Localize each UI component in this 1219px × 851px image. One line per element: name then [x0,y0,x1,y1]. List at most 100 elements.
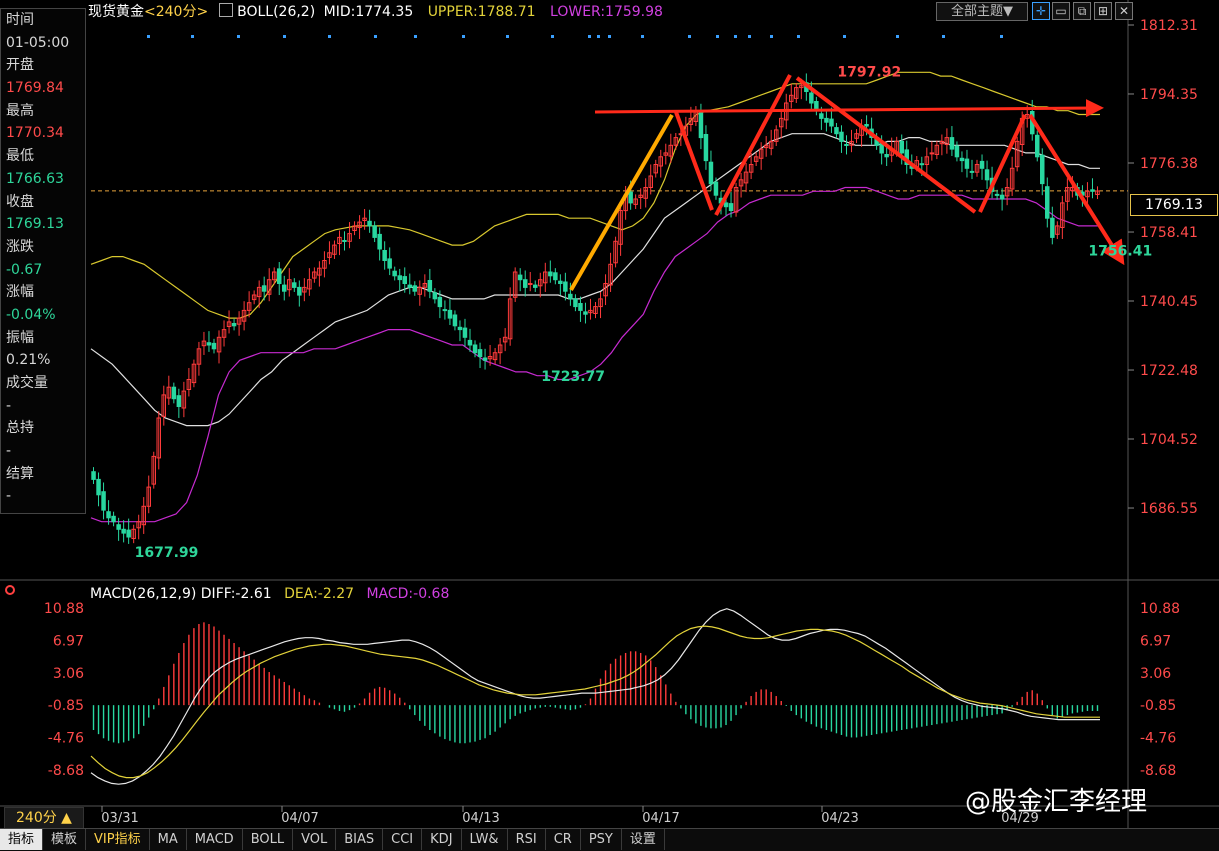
price-axis-label: 1686.55 [1140,501,1198,517]
candle-body [277,268,282,284]
period-tag[interactable]: <240分> [144,4,208,20]
boll-label[interactable]: BOLL(26,2) [237,4,315,20]
candle-body [126,529,131,538]
trend-arrow-up [569,114,674,291]
candle-body [809,92,814,104]
candle-body [282,284,287,292]
candle-body [819,113,824,119]
date-label: 03/31 [101,811,138,826]
candle-body [452,314,458,327]
candle-body [432,292,438,300]
tab-3[interactable]: MA [150,829,187,850]
symbol-name[interactable]: 现货黄金 [88,4,144,20]
tab-8[interactable]: CCI [383,829,423,850]
candle-body [723,202,729,208]
macd-axis-label-left: 10.88 [44,601,84,617]
candle-body [984,169,990,181]
candle-body [472,344,478,354]
event-dot [597,35,600,38]
candle-body [91,471,96,480]
candle-body [231,323,237,327]
candle-body [1090,189,1095,192]
tab-13[interactable]: PSY [581,829,622,850]
info-label: 结算 [6,465,34,482]
candle-body [1045,186,1050,219]
watermark-text: @股金汇李经理 [965,787,1148,817]
event-dot [414,35,417,38]
price-annotation: 1797.92 [837,64,901,80]
price-axis-label: 1722.48 [1140,363,1198,379]
tab-9[interactable]: KDJ [422,829,462,850]
candle-body [713,181,719,196]
chart-canvas[interactable]: 1812.31 1794.35 1776.38 1758.41 1740.45 1722.… [0,0,1219,850]
candle-body [919,163,924,166]
date-label: 04/13 [462,811,499,826]
close-icon[interactable]: ✕ [1115,2,1133,20]
candle-body [969,170,975,173]
candle-body [171,386,177,400]
price-annotation: 1723.77 [541,369,605,385]
price-axis-label: 1812.31 [1140,18,1198,34]
tab-11[interactable]: RSI [508,829,546,850]
date-label: 04/23 [821,811,858,826]
candle-body [899,140,904,154]
window-icon[interactable]: ▭ [1052,2,1070,20]
macd-axis-label-left: 6.97 [53,633,84,649]
candle-body [101,491,106,511]
period-selector-button[interactable]: 240分 ▲ [4,807,84,829]
tab-0[interactable]: 指标 [0,829,44,850]
info-label: 最低 [6,148,34,165]
candle-body [563,281,568,292]
price-annotation: 1677.99 [135,545,199,561]
macd-axis-label-right: 3.06 [1140,666,1171,682]
candle-body [447,309,453,319]
candle-body [482,357,488,361]
tab-7[interactable]: BIAS [336,829,384,850]
grid-icon[interactable]: ⊞ [1094,2,1112,20]
tab-12[interactable]: CR [546,829,581,850]
candle-body [558,280,563,285]
tab-2[interactable]: VIP指标 [86,829,150,850]
candle-body [467,339,473,346]
macd-axis-label-left: 3.06 [53,666,84,682]
candle-body [523,279,528,288]
candle-body [392,270,397,277]
tab-10[interactable]: LW& [462,829,508,850]
info-value: 1769.13 [6,216,64,233]
macd-axis-label-left: -0.85 [48,698,84,714]
boll-upper: UPPER:1788.71 [427,4,536,20]
candle-body [367,220,372,227]
candle-body [959,157,965,162]
price-axis-label: 1740.45 [1140,294,1198,310]
info-label: 时间 [6,12,34,28]
tab-14[interactable]: 设置 [622,829,665,850]
tab-1[interactable]: 模板 [43,829,87,850]
macd-label[interactable]: MACD(26,12,9) [90,586,196,602]
theme-dropdown-button[interactable]: 全部主题▼ [936,2,1028,21]
price-annotation: 1756.41 [1088,244,1152,260]
boll-lower: LOWER:1759.98 [550,4,663,20]
tab-6[interactable]: VOL [293,829,337,850]
info-value: - [6,443,12,460]
event-dot [797,35,800,38]
candle-body [954,145,960,158]
tab-5[interactable]: BOLL [243,829,294,850]
candle-body [96,478,101,496]
crosshair-icon[interactable]: ✛ [1032,2,1050,20]
candle-body [397,275,402,281]
candle-body [583,311,588,315]
tab-4[interactable]: MACD [187,829,243,850]
info-label: 开盘 [6,57,34,74]
restore-icon[interactable]: ⧉ [1073,2,1091,20]
candle-body [979,160,985,169]
candle-body [824,117,829,123]
macd-indicator-icon[interactable] [5,585,15,595]
info-value: - [6,488,12,505]
candle-body [1035,134,1040,158]
macd-axis-label-right: -0.85 [1140,698,1176,714]
event-dot [942,35,945,38]
candle-body [116,524,121,530]
candle-body [573,298,578,308]
candle-body [548,271,553,277]
candle-body [839,131,844,142]
